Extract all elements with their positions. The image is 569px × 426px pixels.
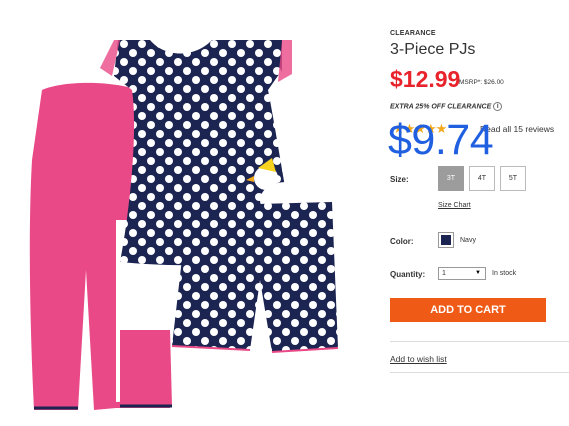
stock-status: In stock <box>492 270 517 277</box>
polka-dot-shorts <box>171 202 339 353</box>
clearance-tag: CLEARANCE <box>390 30 436 37</box>
size-option-3t[interactable]: 3T <box>438 166 464 191</box>
msrp-price: MSRP*: $26.00 <box>459 79 504 86</box>
extra-offer: EXTRA 25% OFF CLEARANCE i <box>390 102 503 111</box>
chevron-down-icon: ▼ <box>475 270 481 276</box>
product-title: 3-Piece PJs <box>390 41 476 58</box>
color-swatch-fill <box>441 235 451 245</box>
quantity-value: 1 <box>442 270 446 277</box>
size-option-5t[interactable]: 5T <box>500 166 526 191</box>
product-price: $12.99 <box>390 66 461 92</box>
size-option-4t[interactable]: 4T <box>469 166 495 191</box>
color-name: Navy <box>460 237 476 244</box>
divider <box>390 372 569 373</box>
extra-offer-text: EXTRA 25% OFF CLEARANCE <box>390 103 492 111</box>
pajama-set-illustration <box>29 40 339 411</box>
size-chart-link[interactable]: Size Chart <box>438 202 471 209</box>
size-label: Size: <box>390 175 409 184</box>
sale-price-overlay: $9.74 <box>388 116 494 164</box>
quantity-select[interactable]: 1 ▼ <box>438 267 486 280</box>
add-to-wishlist-link[interactable]: Add to wish list <box>390 354 447 364</box>
color-label: Color: <box>390 237 414 246</box>
add-to-cart-button[interactable]: ADD TO CART <box>390 298 546 322</box>
product-image <box>20 30 365 422</box>
product-details: CLEARANCE 3-Piece PJs $12.99 MSRP*: $26.… <box>388 0 569 426</box>
info-icon[interactable]: i <box>493 102 503 111</box>
color-swatch-navy[interactable] <box>438 232 454 248</box>
quantity-label: Quantity: <box>390 270 426 279</box>
divider <box>390 341 569 342</box>
